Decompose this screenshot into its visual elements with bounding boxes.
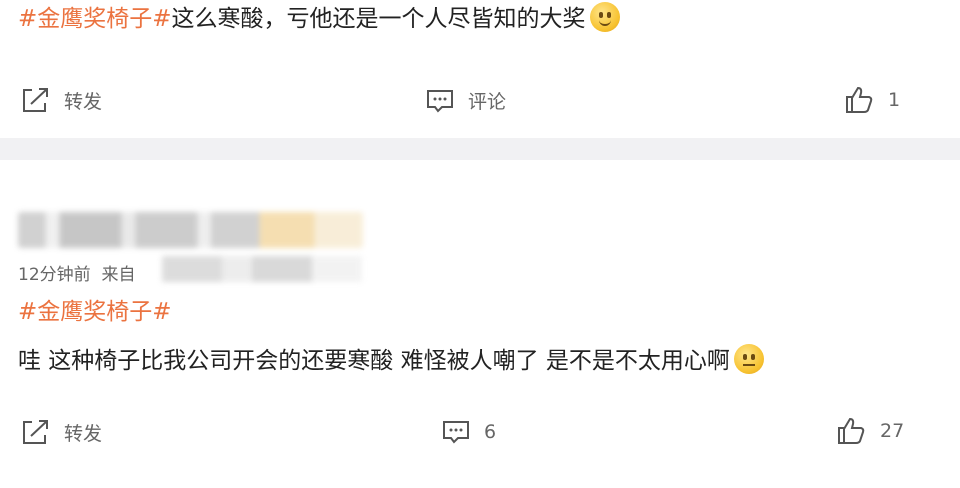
comment-button[interactable]: 评论: [426, 87, 506, 114]
share-icon: [23, 88, 48, 112]
comment-icon: [443, 421, 469, 444]
post-separator: [0, 138, 960, 160]
post-time: 12分钟前: [18, 265, 91, 285]
hashtag-line: #金鹰奖椅子#: [18, 296, 172, 328]
post-meta: 12分钟前 来自: [18, 260, 135, 285]
like-count: 1: [888, 89, 901, 111]
like-count: 27: [880, 420, 905, 442]
hashtag-link[interactable]: #金鹰奖椅子#: [18, 299, 172, 325]
blurred-username: [18, 212, 363, 248]
post-card-1: #金鹰奖椅子#这么寒酸，亏他还是一个人尽皆知的大奖 转发 评论 1: [0, 0, 960, 138]
like-button[interactable]: 1: [844, 85, 900, 115]
repost-button[interactable]: 转发: [20, 86, 102, 114]
thinking-emoji-icon: [733, 344, 764, 374]
repost-label: 转发: [64, 422, 103, 445]
comment-icon: [427, 89, 453, 113]
share-icon: [23, 420, 48, 444]
comment-label: 评论: [468, 91, 507, 113]
like-button[interactable]: 27: [836, 416, 904, 446]
comment-count: 6: [484, 421, 497, 443]
post-text: #金鹰奖椅子#这么寒酸，亏他还是一个人尽皆知的大奖: [18, 2, 620, 35]
thumbs-up-icon: [846, 86, 873, 113]
hashtag-link[interactable]: #金鹰奖椅子#: [18, 6, 172, 32]
thumbs-up-icon: [838, 417, 865, 444]
post-text: 哇 这种椅子比我公司开会的还要寒酸 难怪被人嘲了 是不是不太用心啊: [18, 344, 764, 377]
post-body: 哇 这种椅子比我公司开会的还要寒酸 难怪被人嘲了 是不是不太用心啊: [18, 348, 730, 374]
post-body: 这么寒酸，亏他还是一个人尽皆知的大奖: [171, 6, 586, 32]
post-source: 来自: [101, 265, 136, 285]
smiley-emoji-icon: [589, 2, 620, 32]
blurred-source: [162, 256, 362, 282]
repost-label: 转发: [64, 90, 103, 113]
comment-button[interactable]: 6: [442, 419, 496, 445]
repost-button[interactable]: 转发: [20, 418, 102, 446]
post-card-2: 12分钟前 来自 #金鹰奖椅子# 哇 这种椅子比我公司开会的还要寒酸 难怪被人嘲…: [0, 160, 960, 488]
